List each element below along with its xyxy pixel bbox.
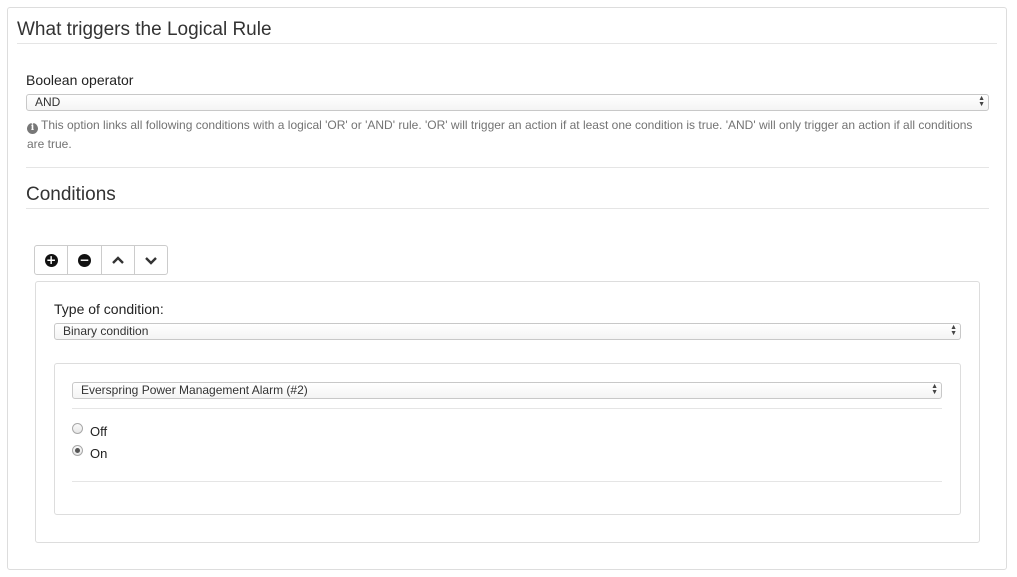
page-title: What triggers the Logical Rule [17, 19, 272, 40]
condition-type-label: Type of condition: [54, 301, 164, 317]
info-icon: i [27, 123, 38, 134]
radio-on[interactable] [72, 444, 83, 456]
boolean-operator-help: i This option links all following conditi… [27, 116, 987, 154]
boolean-operator-label: Boolean operator [26, 72, 134, 88]
select-arrows-icon: ▲ ▼ [931, 383, 938, 396]
chevron-up-icon [111, 255, 124, 264]
condition-type-value: Binary condition [63, 324, 149, 338]
remove-icon: − [77, 252, 91, 267]
add-icon: + [44, 252, 58, 267]
operator-divider [26, 167, 989, 168]
move-up-button[interactable] [102, 246, 135, 274]
option-on-label: On [90, 446, 108, 461]
radio-off[interactable] [72, 422, 83, 434]
help-text: This option links all following conditio… [27, 118, 973, 151]
conditions-title: Conditions [26, 184, 116, 205]
device-select[interactable]: Everspring Power Management Alarm (#2) ▲… [72, 382, 942, 399]
select-arrows-icon: ▲ ▼ [978, 95, 985, 108]
add-condition-button[interactable]: + [35, 246, 69, 274]
device-value: Everspring Power Management Alarm (#2) [81, 383, 308, 397]
boolean-operator-value: AND [35, 95, 61, 109]
move-down-button[interactable] [135, 246, 167, 274]
title-divider [17, 43, 997, 44]
boolean-operator-select[interactable]: AND ▲ ▼ [26, 94, 989, 111]
remove-condition-button[interactable]: − [68, 246, 102, 274]
chevron-down-icon [145, 256, 157, 265]
condition-type-select[interactable]: Binary condition ▲ ▼ [54, 323, 961, 340]
conditions-divider [26, 208, 989, 209]
select-arrows-icon: ▲ ▼ [950, 324, 957, 337]
device-divider [72, 408, 942, 409]
option-off-label: Off [90, 424, 108, 439]
options-divider [72, 481, 942, 482]
option-off[interactable]: Off [72, 422, 108, 439]
option-on[interactable]: On [72, 444, 108, 461]
conditions-toolbar: + − [34, 245, 168, 275]
